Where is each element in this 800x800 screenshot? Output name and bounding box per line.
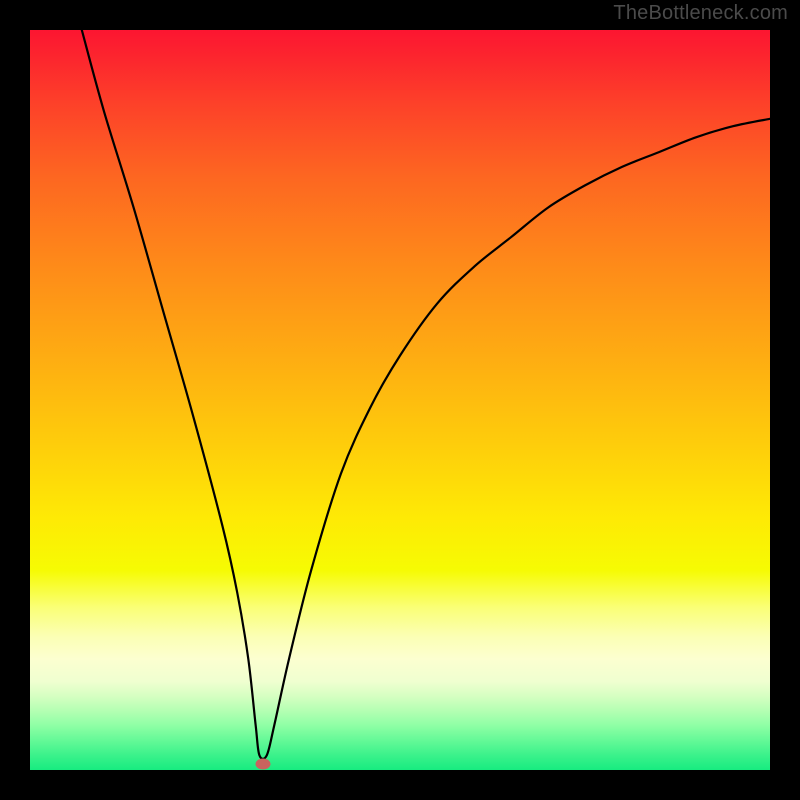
- bottleneck-curve: [30, 30, 770, 770]
- plot-area: [30, 30, 770, 770]
- watermark-text: TheBottleneck.com: [613, 2, 788, 25]
- optimal-point-marker: [256, 759, 271, 770]
